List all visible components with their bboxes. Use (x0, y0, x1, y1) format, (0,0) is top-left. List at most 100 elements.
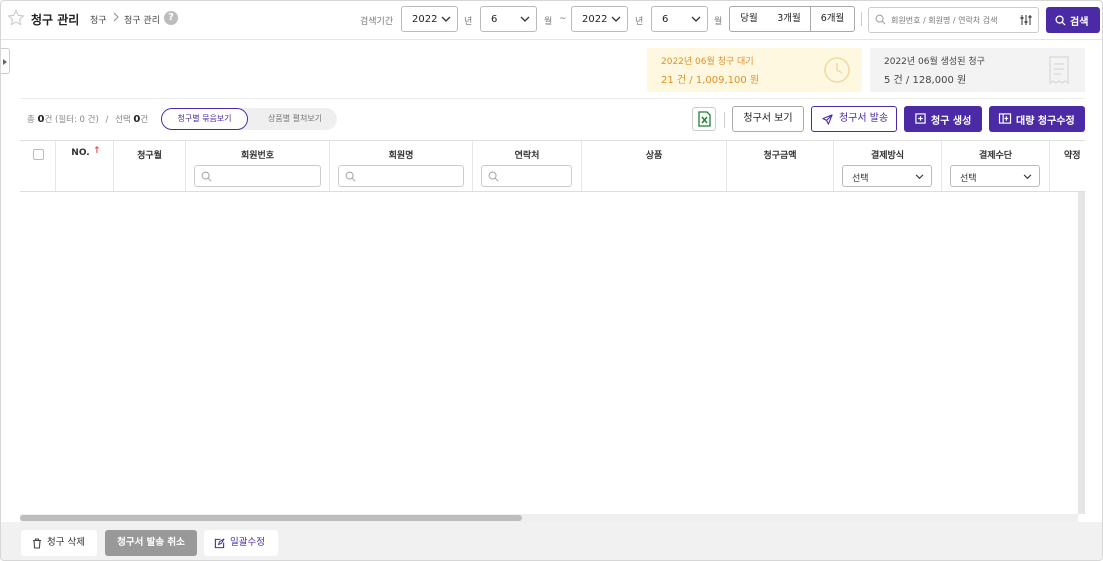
favorite-star-icon[interactable] (7, 9, 25, 27)
column-billing-month-label: 청구월 (137, 151, 162, 161)
month-unit-label-2: 월 (714, 17, 723, 27)
search-icon (201, 171, 212, 182)
year-unit-label: 년 (464, 17, 473, 27)
column-payment-means-label: 결제수단 (978, 151, 1013, 161)
send-invoice-label: 청구서 발송 (839, 113, 889, 124)
bulk-modify-label: 일괄수정 (230, 537, 265, 548)
start-year-select[interactable]: 2022 (401, 6, 458, 32)
end-month-value: 6 (662, 14, 669, 25)
pending-billing-card: 2022년 06월 청구 대기 21 건 / 1,009,100 원 (647, 48, 862, 92)
column-product: 상품 (582, 141, 727, 191)
column-member-name-label: 회원명 (388, 151, 414, 161)
chevron-down-icon (1023, 174, 1032, 180)
receipt-icon (1049, 56, 1069, 85)
search-input[interactable] (891, 12, 1009, 28)
range-this-month-button[interactable]: 당월 (729, 6, 769, 32)
generated-billing-label: 2022년 06월 생성된 청구 (884, 57, 985, 67)
search-icon (875, 14, 886, 25)
selected-prefix: 선택 (115, 115, 131, 125)
search-button[interactable]: 검색 (1046, 7, 1100, 33)
view-invoice-button[interactable]: 청구서 보기 (732, 106, 804, 132)
select-all-checkbox[interactable] (33, 149, 44, 160)
column-no[interactable]: NO. ↑ (56, 141, 114, 191)
send-invoice-button[interactable]: 청구서 발송 (811, 106, 897, 132)
help-icon[interactable]: ? (164, 11, 178, 25)
end-month-select[interactable]: 6 (651, 6, 708, 32)
top-bar: 청구 관리 청구 청구 관리 ? 검색기간 2022 년 6 월 ~ 2022 … (1, 1, 1102, 40)
column-member-name: 회원명 (330, 141, 473, 191)
chevron-down-icon (915, 174, 924, 180)
clock-icon (824, 57, 850, 83)
column-contact-label: 연락처 (514, 151, 540, 161)
member-number-filter-input[interactable] (194, 165, 321, 187)
bulk-add-icon (998, 113, 1012, 124)
delete-billing-button[interactable]: 청구 삭제 (21, 530, 97, 556)
column-billing-amount: 청구금액 (727, 141, 834, 191)
trash-icon (33, 538, 41, 549)
payment-method-filter-select[interactable]: 선택 (842, 165, 932, 187)
plus-box-icon (915, 113, 926, 124)
member-name-filter-input[interactable] (338, 165, 464, 187)
section-divider (20, 98, 1085, 99)
search-field[interactable] (868, 7, 1039, 33)
delete-billing-label: 청구 삭제 (47, 537, 85, 548)
grouped-view-tab[interactable]: 청구별 묶음보기 (161, 108, 248, 130)
view-mode-toggle: 청구별 묶음보기 상품별 펼쳐보기 (161, 108, 337, 130)
chevron-down-icon (520, 16, 530, 22)
excel-icon (698, 111, 711, 127)
sidebar-toggle-button[interactable] (1, 48, 10, 74)
search-button-label: 검색 (1070, 17, 1089, 28)
payment-means-filter-select[interactable]: 선택 (950, 165, 1040, 187)
column-contract-label: 약정 (1064, 151, 1081, 161)
search-icon (345, 171, 356, 182)
chevron-right-icon (113, 12, 119, 22)
count-divider: / (105, 115, 109, 125)
start-year-value: 2022 (412, 14, 438, 25)
breadcrumb-item-billing[interactable]: 청구 (90, 13, 107, 26)
column-payment-means: 결제수단 선택 (942, 141, 1050, 191)
range-separator: ~ (559, 14, 567, 24)
column-member-number: 회원번호 (186, 141, 330, 191)
total-suffix: 건 (필터: 0 건) (44, 115, 99, 125)
column-contract: 약정 (1050, 141, 1085, 191)
month-unit-label: 월 (544, 17, 553, 27)
payment-means-filter-value: 선택 (960, 174, 977, 184)
search-icon (1055, 15, 1066, 26)
filter-settings-icon[interactable] (1020, 14, 1032, 26)
breadcrumb-item-billing-manage[interactable]: 청구 관리 (124, 13, 160, 26)
selected-suffix: 건 (140, 115, 149, 125)
pending-billing-label: 2022년 06월 청구 대기 (661, 57, 754, 67)
horizontal-scrollbar-thumb[interactable] (20, 515, 522, 521)
column-member-number-label: 회원번호 (240, 151, 275, 161)
create-billing-button[interactable]: 청구 생성 (904, 106, 982, 132)
end-year-value: 2022 (582, 14, 608, 25)
pending-billing-value: 21 건 / 1,009,100 원 (661, 75, 760, 86)
table-header: NO. ↑ 청구월 회원번호 회원명 연락처 상품 청구금액 결제방식 선택 결… (20, 140, 1085, 192)
expanded-view-tab[interactable]: 상품별 펼쳐보기 (253, 108, 337, 130)
sort-ascending-icon[interactable]: ↑ (93, 146, 101, 156)
end-year-select[interactable]: 2022 (571, 6, 628, 32)
table-body (20, 192, 1085, 514)
payment-method-filter-value: 선택 (852, 174, 869, 184)
page-title: 청구 관리 (31, 13, 80, 27)
total-prefix: 총 (27, 115, 35, 125)
bulk-billing-edit-label: 대량 청구수정 (1016, 116, 1075, 127)
chevron-down-icon (691, 16, 701, 22)
select-all-column (20, 141, 56, 191)
start-month-value: 6 (491, 14, 498, 25)
contact-filter-input[interactable] (481, 165, 572, 187)
divider (861, 12, 862, 26)
column-payment-method: 결제방식 선택 (834, 141, 942, 191)
excel-export-button[interactable] (692, 107, 716, 131)
cancel-invoice-send-button[interactable]: 청구서 발송 취소 (105, 530, 197, 556)
bulk-modify-button[interactable]: 일괄수정 (204, 530, 278, 556)
column-billing-month: 청구월 (114, 141, 186, 191)
vertical-scrollbar[interactable] (1078, 192, 1085, 514)
bulk-billing-edit-button[interactable]: 대량 청구수정 (989, 106, 1085, 132)
column-contact: 연락처 (473, 141, 582, 191)
range-3-months-button[interactable]: 3개월 (768, 6, 811, 32)
chevron-down-icon (611, 16, 621, 22)
record-counts: 총 0건 (필터: 0 건) / 선택 0건 (27, 113, 148, 125)
start-month-select[interactable]: 6 (480, 6, 537, 32)
range-6-months-button[interactable]: 6개월 (810, 6, 855, 32)
